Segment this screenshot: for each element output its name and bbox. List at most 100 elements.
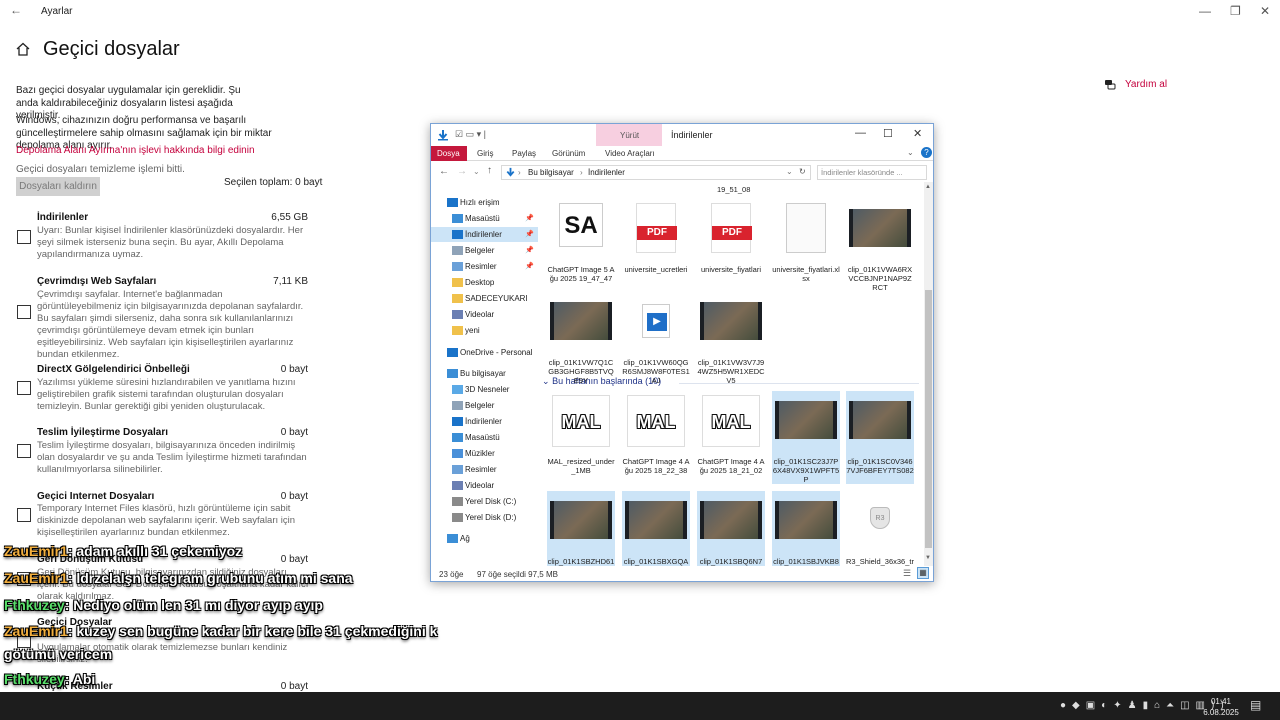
quick-access-toolbar-icons[interactable]: ☑ ▭ ▾ | <box>455 129 486 140</box>
sidebar-item-label: Belgeler <box>465 401 495 410</box>
search-input[interactable]: İndirilenler klasöründe ... <box>817 165 927 180</box>
context-tab-label: Yürüt <box>620 131 640 140</box>
tab-home[interactable]: Giriş <box>471 146 499 161</box>
details-view-icon[interactable]: ☰ <box>903 568 911 579</box>
back-arrow-icon[interactable]: ← <box>439 166 449 177</box>
video-thumbnail <box>775 395 837 439</box>
file-item[interactable]: clip_01K1SBZHD616PGAZ5E0VFY73EC <box>547 491 615 566</box>
home-icon[interactable] <box>16 42 30 56</box>
sidebar-item-label: 3D Nesneler <box>465 385 510 394</box>
category-size: 7,11 KB <box>273 276 308 287</box>
tab-video-tools[interactable]: Video Araçları <box>599 146 661 161</box>
ribbon-expand-icon[interactable]: ⌄ <box>907 148 914 157</box>
checkbox[interactable] <box>17 230 31 244</box>
file-item[interactable]: MAL MAL_resized_under_1MB <box>547 391 615 484</box>
file-item[interactable]: clip_01K1SBQ6N7WQSDYZC36X6FS0KK <box>697 491 765 566</box>
help-link[interactable]: Yardım al <box>1125 79 1167 90</box>
sidebar-item[interactable]: Belgeler 📌 <box>431 243 538 258</box>
file-item[interactable]: clip_01K1SC23J7P6X48VX9X1WPFT5P <box>772 391 840 484</box>
tab-share[interactable]: Paylaş <box>506 146 542 161</box>
chat-text: : kuzey sen bugüne kadar bir kere bile 3… <box>67 623 438 639</box>
sidebar-item[interactable]: Masaüstü <box>431 430 538 445</box>
sidebar-item[interactable]: Yerel Disk (C:) <box>431 494 538 509</box>
file-item[interactable]: clip_01K1SC0V3467VJF6BFEY7TS082 <box>846 391 914 484</box>
close-icon[interactable]: ✕ <box>913 127 922 140</box>
sidebar-item-label: Bu bilgisayar <box>460 369 506 378</box>
desktop-icon <box>452 433 463 442</box>
close-icon[interactable]: ✕ <box>1260 4 1270 18</box>
checkbox[interactable] <box>17 381 31 395</box>
tab-view[interactable]: Görünüm <box>546 146 591 161</box>
sidebar-item[interactable]: Yerel Disk (D:) <box>431 510 538 525</box>
storage-reserve-link[interactable]: Depolama Alanı Ayırma'nın işlevi hakkınd… <box>16 145 255 158</box>
up-arrow-icon[interactable]: ↑ <box>487 165 492 176</box>
sidebar-item[interactable]: SADECEYUKARI <box>431 291 538 306</box>
ribbon-tabs: Dosya Giriş Paylaş Görünüm Video Araçlar… <box>431 146 933 161</box>
file-item[interactable]: MAL ChatGPT Image 4 Ağu 2025 18_22_38 <box>622 391 690 484</box>
breadcrumb-this-pc[interactable]: Bu bilgisayar <box>528 168 574 177</box>
sidebar-item[interactable]: Belgeler <box>431 398 538 413</box>
address-bar[interactable]: › Bu bilgisayar › İndirilenler ⌄ ↻ <box>501 165 811 180</box>
minimize-icon[interactable]: — <box>1199 4 1211 18</box>
download-arrow-icon <box>506 167 515 177</box>
date: 6.08.2025 <box>1203 708 1239 717</box>
sidebar-item[interactable]: Hızlı erişim <box>431 195 538 210</box>
sidebar-item[interactable]: Bu bilgisayar <box>431 366 538 381</box>
clock[interactable]: 01:41 6.08.2025 <box>1198 696 1244 718</box>
help-icon[interactable] <box>1104 78 1116 96</box>
sidebar-item[interactable]: İndirilenler 📌 <box>431 227 538 242</box>
scroll-thumb[interactable] <box>925 290 932 548</box>
file-item[interactable]: PDF universite_ucretleri <box>622 199 690 292</box>
large-icons-view-icon[interactable]: ▦ <box>917 567 929 579</box>
file-item[interactable]: clip_01K1VW7Q1CGB3GHGF8B5TVQE9Y <box>547 292 615 385</box>
checkbox[interactable] <box>17 305 31 319</box>
checkbox[interactable] <box>17 444 31 458</box>
sidebar-item[interactable]: Resimler 📌 <box>431 259 538 274</box>
sidebar-item[interactable]: Ağ <box>431 531 538 546</box>
refresh-icon[interactable]: ↻ <box>799 167 806 176</box>
breadcrumb-downloads[interactable]: İndirilenler <box>588 168 625 177</box>
file-item[interactable]: clip_01K1SBXGQA5HHP87NB9NW4EXM1 <box>622 491 690 566</box>
file-item[interactable]: clip_01K1VWA6RXVCCBJNP1NAP9ZRCT <box>846 199 914 292</box>
sidebar-item[interactable]: İndirilenler <box>431 414 538 429</box>
forward-arrow-icon[interactable]: → <box>457 166 467 177</box>
file-item[interactable]: ▶ clip_01K1VW60QGR6SMJ8W8F0TES1AJ <box>622 292 690 385</box>
remove-files-button[interactable]: Dosyaları kaldırın <box>16 177 100 196</box>
category-title: Çevrimdışı Web Sayfaları <box>37 276 157 287</box>
drive-icon <box>452 497 463 506</box>
sidebar-item[interactable]: Desktop <box>431 275 538 290</box>
checkbox[interactable] <box>17 508 31 522</box>
file-item[interactable]: universite_fiyatlari.xlsx <box>772 199 840 292</box>
file-item[interactable]: MAL ChatGPT Image 4 Ağu 2025 18_21_02 <box>697 391 765 484</box>
sidebar-item[interactable]: Videolar <box>431 478 538 493</box>
pin-icon: 📌 <box>525 263 534 270</box>
file-item[interactable]: R3 R3_Shield_36x36_trimmed <box>846 491 914 566</box>
chat-text: : adam akıllı 31 çekemiyoz <box>67 543 243 559</box>
file-item[interactable]: SA ChatGPT Image 5 Ağu 2025 19_47_47 <box>547 199 615 292</box>
notification-icon[interactable]: ▤ <box>1250 698 1261 712</box>
recent-dropdown-icon[interactable]: ⌄ <box>473 167 480 176</box>
sidebar-item[interactable]: yeni <box>431 323 538 338</box>
address-dropdown-icon[interactable]: ⌄ <box>786 167 793 176</box>
maximize-icon[interactable]: ❐ <box>1230 4 1241 18</box>
file-item[interactable]: PDF universite_fiyatlari <box>697 199 765 292</box>
file-item[interactable]: clip_01K1VW3V7J94WZ5H5WR1XEDCV5 <box>697 292 765 385</box>
sidebar-item[interactable]: Videolar <box>431 307 538 322</box>
minimize-icon[interactable]: — <box>855 127 866 139</box>
vertical-scrollbar[interactable]: ▲ ▼ <box>924 182 933 566</box>
sidebar-item[interactable]: Resimler <box>431 462 538 477</box>
maximize-icon[interactable]: ☐ <box>883 127 893 140</box>
selection-info: 97 öğe seçildi 97,5 MB <box>477 570 558 579</box>
sidebar-item[interactable]: OneDrive - Personal <box>431 345 538 360</box>
help-icon[interactable]: ? <box>921 147 932 158</box>
sidebar-item[interactable]: Masaüstü 📌 <box>431 211 538 226</box>
back-arrow-icon[interactable]: ← <box>10 3 22 17</box>
sidebar-item-label: Hızlı erişim <box>460 198 500 207</box>
file-item[interactable]: clip_01K1SBJVKB8FCNJ4BV99K2HCH3 <box>772 491 840 566</box>
sidebar-item[interactable]: 3D Nesneler <box>431 382 538 397</box>
sidebar-item[interactable]: Müzikler <box>431 446 538 461</box>
file-name: clip_01K1VW7Q1CGB3GHGF8B5TVQE9Y <box>548 358 614 385</box>
sidebar-item-label: İndirilenler <box>465 230 502 239</box>
video-thumbnail <box>550 296 612 340</box>
tab-file[interactable]: Dosya <box>431 146 467 161</box>
